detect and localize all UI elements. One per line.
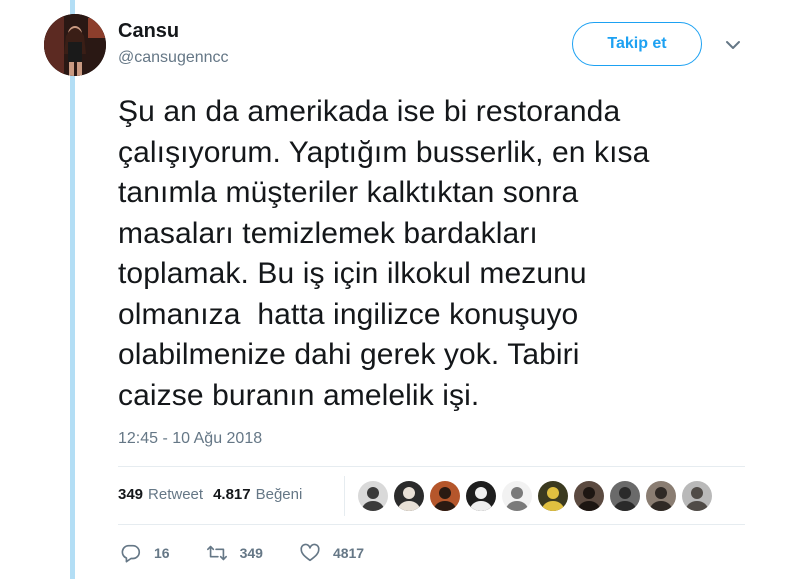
- tweet-line: çalışıyorum. Yaptığım busserlik, en kısa: [118, 135, 650, 169]
- user-handle[interactable]: @cansugenncc: [118, 49, 229, 67]
- divider: [118, 524, 745, 525]
- avatar-5[interactable]: [502, 481, 532, 511]
- tweet-line: caizse buranın amelelik işi.: [118, 378, 480, 412]
- retweet-stat-count: 349: [118, 486, 144, 503]
- avatar-10[interactable]: [682, 481, 712, 511]
- tweet-line: olmanıza hatta ingilizce konuşuyo: [118, 297, 579, 331]
- tweet-line: masaları temizlemek bardakları: [118, 216, 538, 250]
- retweet-button[interactable]: 349: [206, 542, 263, 564]
- avatar-3[interactable]: [430, 481, 460, 511]
- divider: [118, 466, 745, 467]
- user-name[interactable]: Cansu: [118, 20, 179, 43]
- reply-button[interactable]: 16: [120, 542, 170, 564]
- avatar-7[interactable]: [574, 481, 604, 511]
- tweet-text: Şu an da amerikada ise bi restoranda çal…: [118, 92, 758, 416]
- like-stat[interactable]: 4.817 Beğeni: [213, 486, 302, 503]
- retweet-icon: [206, 545, 227, 561]
- chevron-down-icon[interactable]: [724, 36, 742, 54]
- avatar-3-image: [430, 481, 460, 511]
- avatar-9[interactable]: [646, 481, 676, 511]
- avatar-9-image: [646, 481, 676, 511]
- avatar[interactable]: [44, 14, 106, 76]
- avatar-4-image: [466, 481, 496, 511]
- tweet-stats: 349 Retweet 4.817 Beğeni: [118, 486, 302, 503]
- like-stat-count: 4.817: [213, 486, 251, 503]
- retweet-count: 349: [239, 545, 263, 561]
- avatar-2[interactable]: [394, 481, 424, 511]
- follow-button[interactable]: Takip et: [572, 22, 702, 66]
- avatar-10-image: [682, 481, 712, 511]
- avatar-2-image: [394, 481, 424, 511]
- tweet-line: tanımla müşteriler kalktıktan sonra: [118, 176, 579, 209]
- avatar-7-image: [574, 481, 604, 511]
- tweet-timestamp[interactable]: 12:45 - 10 Ağu 2018: [118, 430, 262, 448]
- like-stat-label: Beğeni: [255, 486, 303, 503]
- avatar-1[interactable]: [358, 481, 388, 511]
- reply-icon: [121, 544, 141, 563]
- avatar-4[interactable]: [466, 481, 496, 511]
- liker-avatars: [358, 481, 712, 511]
- avatar-6-image: [538, 481, 568, 511]
- reply-count: 16: [154, 545, 170, 561]
- avatar-1-image: [358, 481, 388, 511]
- tweet-line: toplamak. Bu iş için ilkokul mezunu: [118, 257, 587, 290]
- thread-line: [70, 0, 75, 579]
- retweet-stat[interactable]: 349 Retweet: [118, 486, 203, 503]
- retweet-stat-label: Retweet: [148, 486, 204, 503]
- avatar-6[interactable]: [538, 481, 568, 511]
- heart-icon: [300, 543, 320, 562]
- avatar-8-image: [610, 481, 640, 511]
- like-count: 4817: [332, 545, 365, 561]
- tweet-line: Şu an da amerikada ise bi restoranda: [118, 95, 621, 128]
- tweet-line: olabilmenize dahi gerek yok. Tabiri: [118, 338, 580, 371]
- avatar-8[interactable]: [610, 481, 640, 511]
- avatar-5-image: [502, 481, 532, 511]
- tweet-actions: 16 349 4817: [120, 542, 400, 564]
- avatar-image: [44, 14, 106, 76]
- like-button[interactable]: 4817: [299, 542, 364, 564]
- stats-separator: [344, 476, 345, 516]
